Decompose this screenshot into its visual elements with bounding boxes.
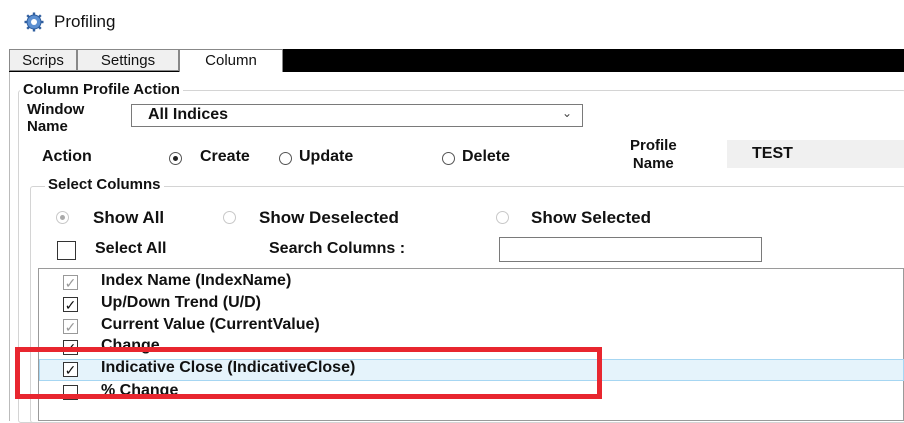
highlight-annotation: [15, 347, 602, 399]
window-title: Profiling: [54, 12, 116, 31]
radio-show-selected-label[interactable]: Show Selected: [531, 208, 651, 228]
action-label: Action: [42, 148, 92, 165]
panel-border: [9, 72, 10, 421]
select-columns-legend: Select Columns: [45, 176, 164, 193]
chevron-down-icon[interactable]: ⌄: [562, 106, 572, 120]
column-profile-action-legend: Column Profile Action: [20, 81, 183, 98]
checkbox-index-name[interactable]: ✓: [63, 275, 78, 290]
checkbox-current-value[interactable]: ✓: [63, 319, 78, 334]
profile-name-value: TEST: [752, 145, 793, 162]
window-name-label-line2: Name: [27, 118, 68, 135]
checkbox-up-down-trend[interactable]: ✓: [63, 297, 78, 312]
tab-scrips[interactable]: Scrips: [9, 49, 77, 71]
tab-settings[interactable]: Settings: [77, 49, 179, 71]
list-item-index-name[interactable]: Index Name (IndexName): [101, 272, 291, 290]
radio-delete[interactable]: [442, 152, 455, 165]
radio-delete-label[interactable]: Delete: [462, 148, 510, 166]
radio-show-deselected[interactable]: [223, 211, 236, 224]
radio-update[interactable]: [279, 152, 292, 165]
select-all-label[interactable]: Select All: [95, 240, 166, 258]
radio-show-deselected-label[interactable]: Show Deselected: [259, 208, 399, 228]
radio-create[interactable]: [169, 152, 182, 165]
gear-icon: [24, 12, 44, 32]
search-columns-label: Search Columns :: [269, 240, 406, 257]
select-all-checkbox[interactable]: [57, 241, 76, 260]
list-item-current-value[interactable]: Current Value (CurrentValue): [101, 316, 320, 334]
radio-show-all[interactable]: [56, 211, 69, 224]
title-bar: [0, 0, 904, 45]
window-name-label-line1: Window: [27, 101, 85, 118]
profile-name-label-line2: Name: [632, 155, 674, 172]
tab-strip: Scrips Settings Column: [9, 49, 904, 72]
window-name-value: All Indices: [148, 106, 229, 123]
list-item-up-down-trend[interactable]: Up/Down Trend (U/D): [101, 294, 261, 312]
radio-create-label[interactable]: Create: [200, 148, 250, 166]
profile-name-label: Profile Name: [630, 137, 677, 173]
search-columns-input[interactable]: [499, 237, 762, 262]
radio-update-label[interactable]: Update: [299, 148, 353, 166]
tab-column[interactable]: Column: [179, 49, 283, 72]
radio-show-all-label[interactable]: Show All: [93, 208, 164, 228]
radio-show-selected[interactable]: [496, 211, 509, 224]
profile-name-label-line1: Profile: [630, 137, 677, 154]
window-name-label: Window Name: [27, 101, 84, 135]
